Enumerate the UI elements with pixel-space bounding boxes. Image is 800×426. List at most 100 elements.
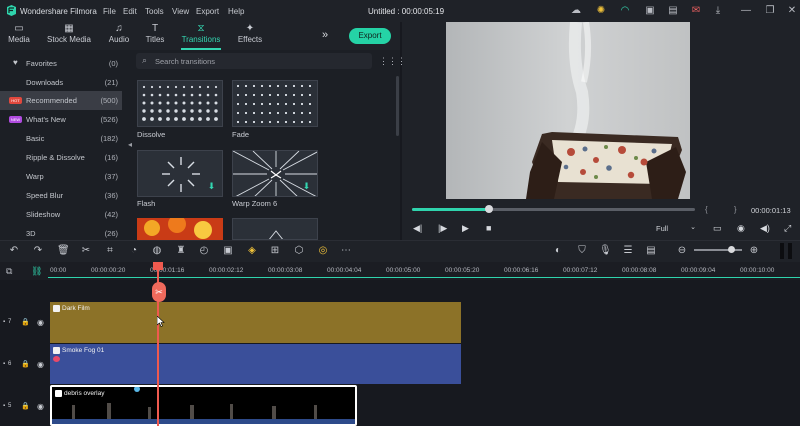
save-icon[interactable]: ▣ (644, 5, 656, 17)
lock-icon[interactable]: 🔒 (21, 360, 30, 368)
lock-icon[interactable]: 🔒 (21, 318, 30, 326)
monitor-icon[interactable]: ▭ (713, 223, 722, 234)
in-out-markers[interactable]: { } (705, 205, 749, 214)
tab-effects[interactable]: ✦ Effects (233, 22, 267, 50)
sidebar-item-ripple-dissolve[interactable]: Ripple & Dissolve (16) (0, 148, 122, 167)
lock-icon[interactable]: 🔒 (21, 402, 30, 410)
audio-mixer-icon[interactable]: ♜ (175, 245, 187, 257)
close-icon[interactable]: ✕ (786, 5, 798, 17)
link-icon[interactable]: ⛓ (31, 266, 42, 277)
split-scissors-icon[interactable]: ✂ (152, 282, 166, 302)
seek-handle[interactable] (485, 205, 493, 213)
transition-thumb-fade[interactable] (232, 80, 318, 127)
minimize-icon[interactable]: — (740, 5, 752, 17)
tab-audio[interactable]: ♫ Audio (104, 22, 134, 50)
tab-media[interactable]: ▭ Media (2, 22, 36, 50)
sidebar-item-slideshow[interactable]: Slideshow (42) (0, 205, 122, 224)
menu-export[interactable]: Export (196, 7, 219, 16)
search-input[interactable] (155, 55, 355, 67)
clip-dark-film[interactable]: Dark Film (50, 302, 461, 343)
download-icon[interactable]: ⬇ (302, 182, 311, 191)
sidebar-item-recommended[interactable]: HOT Recommended (500) (0, 91, 122, 110)
volume-icon[interactable]: ◀) (760, 223, 770, 234)
download-icon[interactable]: ⬇ (207, 182, 216, 191)
delete-icon[interactable]: 🗑 (57, 245, 70, 257)
voiceover-icon[interactable]: ☰ (622, 245, 634, 257)
menu-tools[interactable]: Tools (145, 7, 164, 16)
speed-icon[interactable]: ◔ (128, 245, 140, 257)
timeline-zoom-handle[interactable] (728, 246, 735, 253)
download-icon[interactable]: ⤓ (712, 5, 724, 17)
tab-media-label: Media (8, 35, 30, 44)
microphone-icon[interactable]: 🎙 (599, 245, 612, 257)
ruler-label: 00:00:00:20 (91, 267, 126, 274)
sidebar-item-3d[interactable]: 3D (26) (0, 224, 122, 240)
seek-bar-progress (412, 208, 489, 211)
clip-debris-overlay[interactable]: debris overlay (50, 385, 357, 426)
split-screen-icon[interactable]: ⊞ (269, 245, 281, 257)
mail-icon[interactable]: ✉ (690, 5, 702, 17)
redo-icon[interactable]: ↷ (32, 245, 44, 257)
headset-icon[interactable]: ◠ (619, 5, 631, 17)
sidebar-item-basic[interactable]: Basic (182) (0, 129, 122, 148)
menu-view[interactable]: View (172, 7, 189, 16)
captions-icon[interactable]: ▤ (645, 245, 657, 257)
crop-icon[interactable]: ⌗ (104, 245, 116, 257)
eye-icon[interactable]: ◉ (37, 360, 44, 369)
sidebar-item-speed-blur[interactable]: Speed Blur (36) (0, 186, 122, 205)
keyframe-marker[interactable] (134, 387, 140, 392)
tab-titles[interactable]: T Titles (140, 22, 170, 50)
video-track-icon: ▪ (3, 361, 6, 367)
cut-icon[interactable]: ✂ (80, 245, 92, 257)
transition-thumb-dissolve[interactable] (137, 80, 223, 127)
preview-quality-select[interactable]: Full ⌄ (650, 221, 700, 235)
ai-icon[interactable]: ◎ (317, 245, 329, 257)
zoom-out-icon[interactable]: ⊖ (676, 245, 688, 257)
tab-transitions[interactable]: ⧖ Transitions (176, 22, 226, 50)
restore-icon[interactable]: ❐ (764, 5, 776, 17)
transition-thumb-flash[interactable]: ⬇ (137, 150, 223, 197)
timer-icon[interactable]: ◴ (198, 245, 210, 257)
render-icon[interactable]: ◐ (552, 245, 564, 257)
play-frame-icon[interactable]: |▶ (438, 223, 447, 234)
sidebar-item-downloads[interactable]: Downloads (21) (0, 73, 122, 92)
undo-icon[interactable]: ↶ (8, 245, 20, 257)
transition-thumb-partial-2[interactable] (232, 218, 318, 240)
chevron-double-right-icon[interactable]: » (322, 29, 328, 41)
menu-help[interactable]: Help (228, 7, 244, 16)
more-tools-icon[interactable]: ⋯ (340, 245, 352, 257)
menu-file[interactable]: File (103, 7, 116, 16)
ruler-baseline (48, 277, 800, 278)
menu-edit[interactable]: Edit (123, 7, 137, 16)
step-back-icon[interactable]: ◀| (413, 223, 422, 234)
sidebar-item-whats-new[interactable]: NEW What's New (526) (0, 110, 122, 129)
color-icon[interactable]: ◍ (151, 245, 163, 257)
search-box[interactable]: ⌕ (136, 53, 372, 69)
transition-thumb-warp-zoom-6[interactable]: ⬇ (232, 150, 318, 197)
motion-track-icon[interactable]: ⬡ (293, 245, 305, 257)
gift-icon[interactable]: ▤ (667, 5, 679, 17)
eye-icon[interactable]: ◉ (37, 318, 44, 327)
snapshot-icon[interactable]: ◉ (737, 223, 745, 234)
stop-icon[interactable]: ■ (486, 223, 491, 233)
export-button[interactable]: Export (349, 28, 391, 44)
sidebar-item-favorites[interactable]: ♥ Favorites (0) (0, 54, 122, 73)
panel-toggle-icon[interactable] (778, 243, 794, 259)
keyframe-icon[interactable]: ◈ (246, 245, 258, 257)
fit-icon[interactable]: ▣ (222, 245, 234, 257)
zoom-in-icon[interactable]: ⊕ (748, 245, 760, 257)
add-track-icon[interactable]: ⧉ (6, 266, 12, 277)
play-icon[interactable]: ▶ (462, 223, 469, 234)
sidebar-item-warp[interactable]: Warp (37) (0, 167, 122, 186)
gallery-scrollbar[interactable] (396, 76, 399, 136)
eye-icon[interactable]: ◉ (37, 402, 44, 411)
cloud-icon[interactable]: ☁ (570, 5, 582, 17)
clip-smoke-fog[interactable]: Smoke Fog 01 (50, 344, 461, 384)
collapse-left-icon[interactable]: ◂ (128, 140, 132, 149)
shield-icon[interactable]: ⛉ (576, 245, 588, 257)
bulb-icon[interactable]: ✺ (595, 5, 607, 17)
fullscreen-icon[interactable]: ⤢ (784, 223, 791, 234)
transition-thumb-partial-1[interactable] (137, 218, 223, 240)
playhead-handle[interactable] (153, 262, 163, 270)
tab-stock-media[interactable]: ▦ Stock Media (44, 22, 94, 50)
